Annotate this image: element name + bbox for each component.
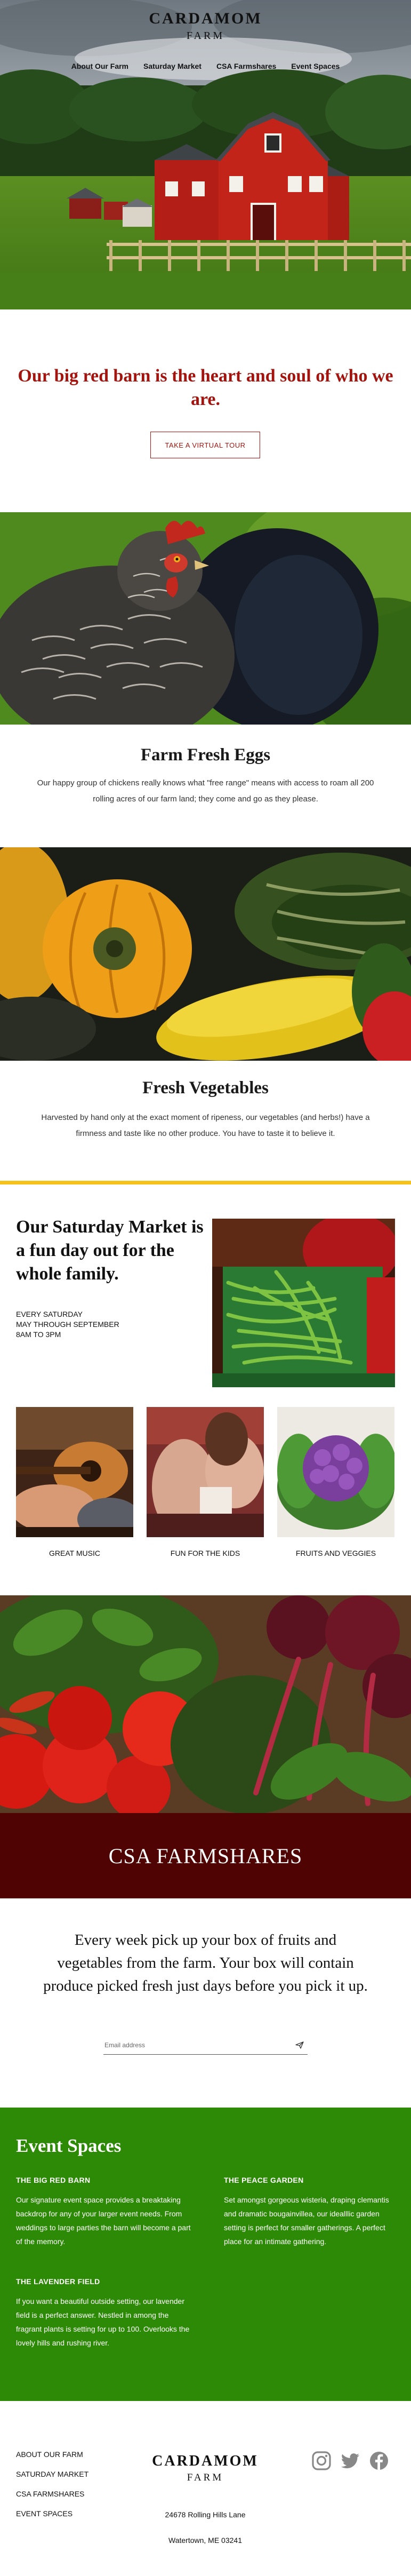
email-input[interactable] bbox=[103, 2041, 292, 2049]
music-photo bbox=[16, 1407, 133, 1537]
event-text-lavender-field: If you want a beautiful outside setting,… bbox=[16, 2297, 190, 2347]
facebook-link[interactable] bbox=[368, 2450, 390, 2471]
virtual-tour-button[interactable]: TAKE A VIRTUAL TOUR bbox=[150, 432, 260, 458]
csa-banner: CSA FARMSHARES bbox=[0, 1813, 411, 1898]
twitter-icon bbox=[341, 2453, 359, 2469]
brand-sub: FARM bbox=[186, 30, 225, 42]
twitter-link[interactable] bbox=[340, 2450, 361, 2471]
event-name-lavender-field: THE LAVENDER FIELD bbox=[16, 2277, 100, 2286]
csa-text: Every week pick up your box of fruits an… bbox=[43, 1931, 368, 1994]
chicken-photo bbox=[0, 512, 411, 725]
social-links bbox=[311, 2450, 390, 2471]
market-schedule-season: MAY THROUGH SEPTEMBER bbox=[16, 1320, 119, 1329]
event-text-big-red-barn: Our signature event space provides a bre… bbox=[16, 2196, 191, 2246]
caption-fun-for-kids: FUN FOR THE KIDS bbox=[170, 1549, 240, 1557]
footer-nav: ABOUT OUR FARM SATURDAY MARKET CSA FARMS… bbox=[16, 2450, 88, 2529]
header-logo[interactable]: CARDAMOM FARM bbox=[0, 10, 411, 42]
csa-title: CSA FARMSHARES bbox=[108, 1843, 303, 1868]
vegetables-text: Harvested by hand only at the exact mome… bbox=[41, 1113, 370, 1138]
footer-link-events[interactable]: EVENT SPACES bbox=[16, 2509, 88, 2518]
eggs-title: Farm Fresh Eggs bbox=[140, 745, 271, 765]
nav-saturday-market[interactable]: Saturday Market bbox=[143, 62, 202, 70]
facebook-icon bbox=[370, 2452, 388, 2470]
market-schedule-day: EVERY SATURDAY bbox=[16, 1310, 83, 1318]
footer-address-street: 24678 Rolling Hills Lane bbox=[165, 2510, 246, 2519]
event-name-peace-garden: THE PEACE GARDEN bbox=[224, 2176, 304, 2184]
produce-photo bbox=[0, 1595, 411, 1813]
nav-csa-farmshares[interactable]: CSA Farmshares bbox=[216, 62, 276, 70]
market-title: Our Saturday Market is a fun day out for… bbox=[16, 1217, 204, 1284]
events-title: Event Spaces bbox=[16, 2135, 122, 2156]
hero-barn-photo bbox=[0, 0, 411, 309]
footer-logo[interactable]: CARDAMOM FARM bbox=[125, 2453, 285, 2484]
main-nav: About Our Farm Saturday Market CSA Farms… bbox=[0, 62, 411, 70]
caption-fruits-veggies: FRUITS AND VEGGIES bbox=[295, 1549, 376, 1557]
instagram-link[interactable] bbox=[311, 2450, 332, 2471]
event-text-peace-garden: Set amongst gorgeous wisteria, draping c… bbox=[224, 2196, 389, 2246]
vegetables-title: Fresh Vegetables bbox=[142, 1078, 269, 1098]
instagram-icon bbox=[312, 2451, 331, 2470]
footer-brand-name: CARDAMOM bbox=[152, 2453, 259, 2469]
event-name-big-red-barn: THE BIG RED BARN bbox=[16, 2176, 91, 2184]
send-icon bbox=[295, 2041, 304, 2049]
footer-brand-sub: FARM bbox=[187, 2472, 224, 2483]
hero-section: CARDAMOM FARM About Our Farm Saturday Ma… bbox=[0, 0, 411, 309]
email-signup bbox=[103, 2036, 308, 2055]
intro-title: Our big red barn is the heart and soul o… bbox=[18, 366, 393, 409]
market-schedule-hours: 8AM TO 3PM bbox=[16, 1330, 61, 1339]
cauliflower-photo bbox=[277, 1407, 394, 1537]
footer-address-city: Watertown, ME 03241 bbox=[168, 2536, 242, 2545]
footer-link-market[interactable]: SATURDAY MARKET bbox=[16, 2470, 88, 2478]
kids-photo bbox=[147, 1407, 264, 1537]
nav-about-our-farm[interactable]: About Our Farm bbox=[71, 62, 128, 70]
squash-photo bbox=[0, 847, 411, 1061]
caption-great-music: GREAT MUSIC bbox=[49, 1549, 100, 1557]
footer-link-about[interactable]: ABOUT OUR FARM bbox=[16, 2450, 88, 2459]
footer-link-csa[interactable]: CSA FARMSHARES bbox=[16, 2490, 88, 2498]
brand-name: CARDAMOM bbox=[149, 10, 262, 27]
green-beans-photo bbox=[212, 1219, 395, 1387]
event-spaces-section: Event Spaces THE BIG RED BARN Our signat… bbox=[0, 2108, 411, 2401]
nav-event-spaces[interactable]: Event Spaces bbox=[291, 62, 340, 70]
market-divider bbox=[0, 1181, 411, 1184]
send-button[interactable] bbox=[292, 2037, 308, 2053]
eggs-text: Our happy group of chickens really knows… bbox=[37, 778, 374, 804]
